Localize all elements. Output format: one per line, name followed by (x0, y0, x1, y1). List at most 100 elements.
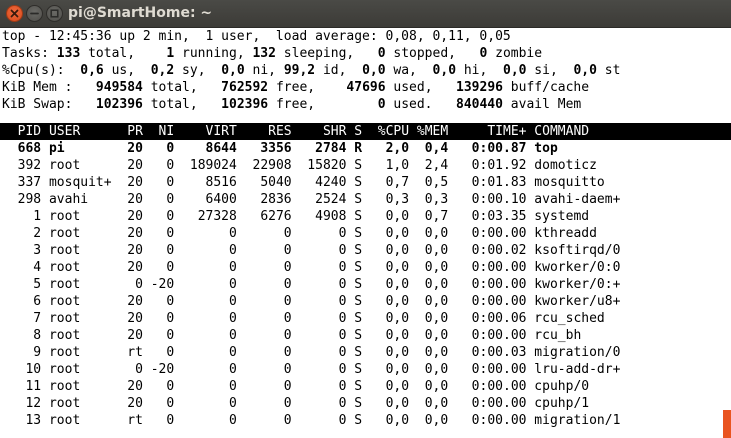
process-row[interactable]: 8 root 20 0 0 0 0 S 0,0 0,0 0:00.00 rcu_… (2, 327, 731, 344)
swap-text: total, (142, 97, 222, 112)
terminal-output[interactable]: top - 12:45:36 up 2 min, 1 user, load av… (0, 28, 731, 438)
cpu-us: 0,6 (80, 63, 104, 78)
process-ni: 0 (142, 141, 175, 156)
column-header-time[interactable]: TIME+ (448, 124, 526, 139)
process-command: kthreadd (526, 226, 597, 241)
process-pr: 20 (119, 396, 143, 411)
process-mem: 0,0 (409, 260, 449, 275)
process-shr: 0 (291, 260, 347, 275)
process-row[interactable]: 12 root 20 0 0 0 0 S 0,0 0,0 0:00.00 cpu… (2, 395, 731, 412)
process-command: lru-add-dr+ (526, 362, 621, 377)
terminal-window: pi@SmartHome: ~ top - 12:45:36 up 2 min,… (0, 0, 731, 438)
column-header-ni[interactable]: NI (143, 124, 175, 139)
process-virt: 0 (174, 294, 237, 309)
tasks-stopped: 0 (377, 46, 386, 61)
column-header-cpu[interactable]: %CPU (362, 124, 409, 139)
minimize-icon (30, 12, 39, 15)
column-header-user[interactable]: USER (41, 124, 119, 139)
mem-free: 762592 (221, 80, 269, 95)
process-shr: 2524 (291, 192, 347, 207)
process-user: root (41, 226, 120, 241)
process-mem: 0,0 (409, 345, 449, 360)
tasks-text: sleeping, (275, 46, 378, 61)
process-row[interactable]: 5 root 0 -20 0 0 0 S 0,0 0,0 0:00.00 kwo… (2, 276, 731, 293)
column-header-res[interactable]: RES (237, 124, 292, 139)
process-time: 0:00.00 (448, 277, 527, 292)
process-res: 0 (236, 243, 292, 258)
column-header-command[interactable]: COMMAND (526, 124, 589, 139)
title-bar[interactable]: pi@SmartHome: ~ (0, 0, 731, 28)
process-row[interactable]: 4 root 20 0 0 0 0 S 0,0 0,0 0:00.00 kwor… (2, 259, 731, 276)
process-state: S (346, 277, 363, 292)
tasks-text: running, (174, 46, 253, 61)
process-row[interactable]: 9 root rt 0 0 0 0 S 0,0 0,0 0:00.03 migr… (2, 344, 731, 361)
process-time: 0:00.00 (448, 260, 527, 275)
process-res: 0 (236, 260, 292, 275)
process-cpu: 0,0 (362, 345, 410, 360)
swap-line: KiB Swap: 102396 total, 102396 free, 0 u… (2, 96, 731, 113)
process-command: kworker/0:0 (526, 260, 621, 275)
tasks-text: total, (80, 46, 167, 61)
process-mem: 0,0 (409, 243, 449, 258)
cpu-si: 0,0 (503, 63, 527, 78)
process-user: root (41, 158, 120, 173)
process-cpu: 0,0 (362, 396, 410, 411)
column-header-state[interactable]: S (346, 124, 362, 139)
swap-text: avail Mem (502, 97, 582, 112)
process-state: S (346, 243, 363, 258)
process-ni: 0 (142, 175, 175, 190)
process-res: 0 (236, 379, 292, 394)
process-row[interactable]: 668 pi 20 0 8644 3356 2784 R 2,0 0,4 0:0… (2, 140, 731, 157)
process-command: systemd (526, 209, 590, 224)
process-virt: 8516 (174, 175, 237, 190)
process-row[interactable]: 3 root 20 0 0 0 0 S 0,0 0,0 0:00.02 ksof… (2, 242, 731, 259)
process-pr: 20 (119, 379, 143, 394)
process-command: cpuhp/1 (526, 396, 590, 411)
cpu-text: st (596, 63, 621, 78)
column-header-shr[interactable]: SHR (292, 124, 347, 139)
process-pid: 9 (2, 345, 42, 360)
process-cpu: 0,0 (362, 226, 410, 241)
process-row[interactable]: 6 root 20 0 0 0 0 S 0,0 0,0 0:00.00 kwor… (2, 293, 731, 310)
column-header-pid[interactable]: PID (2, 124, 42, 139)
process-row[interactable]: 7 root 20 0 0 0 0 S 0,0 0,0 0:00.06 rcu_… (2, 310, 731, 327)
maximize-button[interactable] (46, 5, 63, 22)
close-button[interactable] (6, 5, 23, 22)
process-row[interactable]: 337 mosquit+ 20 0 8516 5040 4240 S 0,7 0… (2, 174, 731, 191)
process-res: 3356 (236, 141, 292, 156)
process-row[interactable]: 13 root rt 0 0 0 0 S 0,0 0,0 0:00.00 mig… (2, 412, 731, 429)
minimize-button[interactable] (26, 5, 43, 22)
process-pid: 392 (2, 158, 42, 173)
process-shr: 0 (291, 379, 347, 394)
process-cpu: 0,0 (362, 311, 410, 326)
mem-text: total, (142, 80, 222, 95)
process-row[interactable]: 2 root 20 0 0 0 0 S 0,0 0,0 0:00.00 kthr… (2, 225, 731, 242)
process-user: root (41, 362, 120, 377)
process-pr: 20 (119, 158, 143, 173)
process-command: domoticz (526, 158, 597, 173)
process-cpu: 2,0 (362, 141, 410, 156)
process-state: R (346, 141, 363, 156)
process-res: 0 (236, 345, 292, 360)
process-pid: 668 (2, 141, 42, 156)
process-row[interactable]: 392 root 20 0 189024 22908 15820 S 1,0 2… (2, 157, 731, 174)
process-pr: rt (119, 413, 143, 428)
column-header-mem[interactable]: %MEM (409, 124, 448, 139)
process-command: kworker/0:+ (526, 277, 621, 292)
process-time: 0:00.00 (448, 226, 527, 241)
process-mem: 0,0 (409, 277, 449, 292)
column-header-virt[interactable]: VIRT (174, 124, 237, 139)
process-shr: 0 (291, 396, 347, 411)
process-state: S (346, 175, 363, 190)
column-header-pr[interactable]: PR (119, 124, 143, 139)
process-user: root (41, 396, 120, 411)
process-row[interactable]: 11 root 20 0 0 0 0 S 0,0 0,0 0:00.00 cpu… (2, 378, 731, 395)
process-mem: 0,0 (409, 396, 449, 411)
process-row[interactable]: 1 root 20 0 27328 6276 4908 S 0,0 0,7 0:… (2, 208, 731, 225)
process-pr: 20 (119, 294, 143, 309)
process-row[interactable]: 298 avahi 20 0 6400 2836 2524 S 0,3 0,3 … (2, 191, 731, 208)
process-time: 0:03.35 (448, 209, 527, 224)
process-shr: 0 (291, 311, 347, 326)
cpu-wa: 0,0 (362, 63, 386, 78)
process-row[interactable]: 10 root 0 -20 0 0 0 S 0,0 0,0 0:00.00 lr… (2, 361, 731, 378)
